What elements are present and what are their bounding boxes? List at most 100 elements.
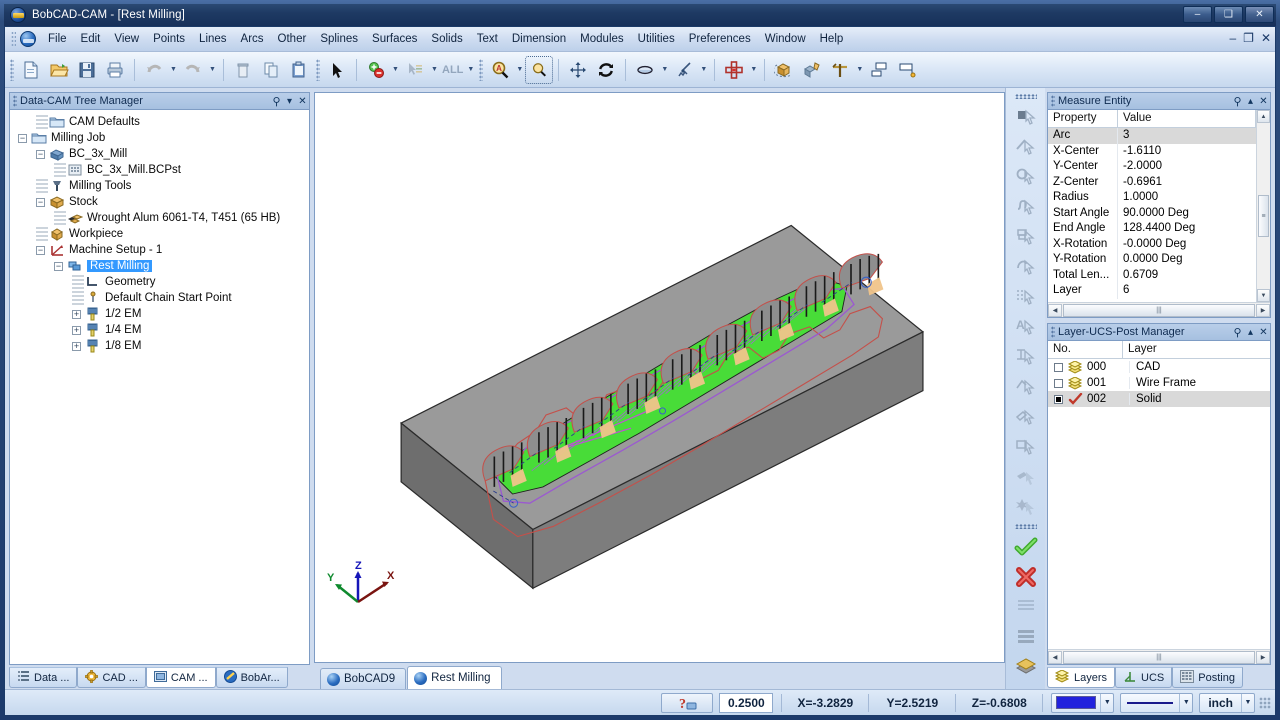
units-button[interactable]: inch ▼ — [1199, 692, 1255, 713]
select-line-icon[interactable] — [1011, 132, 1041, 162]
measure-hscroll-right-arrow[interactable]: ▶ — [1256, 303, 1270, 317]
toolbar-grip-2[interactable] — [316, 58, 320, 81]
measure-scroll-up-arrow[interactable]: ▲ — [1257, 110, 1270, 123]
tree-node-1-4-em[interactable]: +1/4 EM — [10, 322, 309, 338]
measure-row[interactable]: End Angle 128.4400 Deg — [1048, 221, 1256, 237]
cancel-x-icon[interactable] — [1011, 562, 1041, 592]
layer-panel-close-icon[interactable]: ✕ — [1257, 327, 1270, 338]
layer-hscroll-left-arrow[interactable]: ◀ — [1048, 650, 1062, 664]
tree-expander-toggle[interactable]: − — [36, 197, 45, 207]
measure-hscroll-left-arrow[interactable]: ◀ — [1048, 303, 1062, 317]
select-spline-icon[interactable] — [1011, 192, 1041, 222]
line-style-dropdown-caret[interactable]: ▼ — [1179, 693, 1192, 712]
add-remove-dropdown-caret[interactable]: ▼ — [390, 56, 401, 84]
measure-horizontal-scrollbar[interactable]: ◀ ||| ▶ — [1048, 302, 1270, 317]
menu-item-lines[interactable]: Lines — [192, 30, 234, 48]
layer-hscroll-right-arrow[interactable]: ▶ — [1256, 650, 1270, 664]
color-picker-button[interactable]: ▼ — [1051, 692, 1115, 713]
tree-panel-close-icon[interactable]: ✕ — [296, 96, 309, 107]
maximize-button[interactable]: ❑ — [1214, 6, 1243, 23]
save-file-button[interactable] — [73, 56, 101, 84]
tree-node-1-2-em[interactable]: +1/2 EM — [10, 306, 309, 322]
bobcad-menu-logo-icon[interactable] — [20, 31, 36, 47]
layer-tab-layers[interactable]: Layers — [1047, 667, 1116, 688]
zoom-dropdown-caret[interactable]: ▼ — [514, 56, 525, 84]
simulate-button[interactable] — [798, 56, 826, 84]
redo-button[interactable] — [179, 56, 207, 84]
layers-icon[interactable] — [1067, 360, 1083, 374]
tree-expander-toggle[interactable]: + — [72, 325, 81, 335]
copy-button[interactable] — [257, 56, 285, 84]
dock-tab-data[interactable]: Data ... — [9, 667, 78, 688]
mdi-restore-button[interactable]: ❐ — [1243, 31, 1254, 45]
list-dim-icon[interactable] — [1011, 592, 1041, 622]
undo-dropdown-caret[interactable]: ▼ — [168, 56, 179, 84]
mdi-close-button[interactable]: ✕ — [1261, 31, 1271, 45]
undo-button[interactable] — [140, 56, 168, 84]
measure-row[interactable]: Arc 3 — [1048, 128, 1256, 144]
tree-node-default-chain-start-point[interactable]: Default Chain Start Point — [10, 290, 309, 306]
select-group-icon[interactable] — [1011, 402, 1041, 432]
measure-scroll-thumb[interactable]: ≡ — [1258, 195, 1269, 237]
layer-row[interactable]: 002 Solid — [1048, 391, 1270, 407]
measure-row[interactable]: Y-Rotation 0.0000 Deg — [1048, 252, 1256, 268]
dynamic-rotate-button[interactable] — [670, 56, 698, 84]
select-all-label[interactable]: ALL — [440, 64, 465, 76]
tree-node-bc-3x-mill[interactable]: − BC_3x_Mill — [10, 146, 309, 162]
select-star-icon[interactable] — [1011, 492, 1041, 522]
print-button[interactable] — [101, 56, 129, 84]
tree-node-geometry[interactable]: Geometry — [10, 274, 309, 290]
close-button[interactable]: ✕ — [1245, 6, 1274, 23]
layer-hscroll-thumb[interactable]: ||| — [1063, 650, 1255, 664]
layer-visibility-checkbox[interactable] — [1054, 362, 1063, 372]
select-all-dropdown-caret[interactable]: ▼ — [465, 56, 476, 84]
zoom-rectangle-button[interactable] — [525, 55, 554, 84]
tree-expander-toggle[interactable]: − — [18, 133, 27, 143]
menu-item-view[interactable]: View — [107, 30, 146, 48]
measure-row[interactable]: Z-Center -0.6961 — [1048, 174, 1256, 190]
layer-row[interactable]: 001 Wire Frame — [1048, 375, 1270, 391]
dock-tab-cad[interactable]: CAD ... — [77, 667, 146, 688]
axis-dropdown-caret[interactable]: ▼ — [854, 56, 865, 84]
measure-panel-pin-icon[interactable]: ⚲ — [1231, 95, 1244, 108]
tree-node-bc-3x-mill-bcpst[interactable]: BC_3x_Mill.BCPst — [10, 162, 309, 178]
layer-grid[interactable]: No. Layer 000 CAD 001 Wire Frame 002 Solid ◀ … — [1047, 340, 1271, 665]
rotate-button[interactable] — [592, 56, 620, 84]
tree-panel-menu-icon[interactable]: ▾ — [283, 96, 296, 107]
measure-vertical-scrollbar[interactable]: ▲ ≡ ▼ — [1256, 110, 1270, 302]
shade-button[interactable] — [631, 56, 659, 84]
layer-panel-grip[interactable] — [1051, 326, 1055, 338]
menu-item-preferences[interactable]: Preferences — [682, 30, 758, 48]
tree-expander-toggle[interactable]: − — [36, 245, 45, 255]
tree-node-milling-tools[interactable]: Milling Tools — [10, 178, 309, 194]
tree-expander-toggle[interactable]: + — [72, 341, 81, 351]
layers-stack-icon[interactable] — [1011, 652, 1041, 682]
graphics-viewport[interactable]: Z Y X — [314, 92, 1005, 663]
vtoolbar-grip[interactable] — [1014, 94, 1037, 99]
list-lines-icon[interactable] — [1011, 622, 1041, 652]
measure-row[interactable]: X-Rotation -0.0000 Deg — [1048, 236, 1256, 252]
ucs-button[interactable] — [720, 56, 748, 84]
layer-panel-pin-icon[interactable]: ⚲ — [1231, 326, 1244, 339]
tree-node-1-8-em[interactable]: +1/8 EM — [10, 338, 309, 354]
menu-item-points[interactable]: Points — [146, 30, 192, 48]
measure-hscroll-thumb[interactable]: ||| — [1063, 303, 1255, 317]
viewport-layout-button[interactable] — [865, 56, 893, 84]
pan-button[interactable] — [564, 56, 592, 84]
line-style-button[interactable]: ▼ — [1120, 692, 1194, 713]
measure-row[interactable]: Start Angle 90.0000 Deg — [1048, 205, 1256, 221]
zoom-window-button[interactable]: A — [486, 56, 514, 84]
render-solid-button[interactable] — [770, 56, 798, 84]
layer-row[interactable]: 000 CAD — [1048, 359, 1270, 375]
select-dimension-icon[interactable] — [1011, 342, 1041, 372]
layer-visibility-checkbox[interactable] — [1054, 378, 1063, 388]
snap-button[interactable]: ? — [661, 692, 714, 713]
cam-tree[interactable]: CAM Defaults − Milling Job − BC_3x_Mill BC_3x… — [9, 109, 310, 665]
mdi-minimize-button[interactable]: – — [1229, 31, 1236, 45]
vtoolbar-grip-2[interactable] — [1014, 524, 1037, 529]
select-chain-button[interactable] — [401, 56, 429, 84]
measure-panel-grip[interactable] — [1051, 95, 1055, 107]
menu-item-window[interactable]: Window — [758, 30, 813, 48]
menubar-grip[interactable] — [11, 31, 16, 47]
toolbar-grip-3[interactable] — [479, 58, 484, 81]
